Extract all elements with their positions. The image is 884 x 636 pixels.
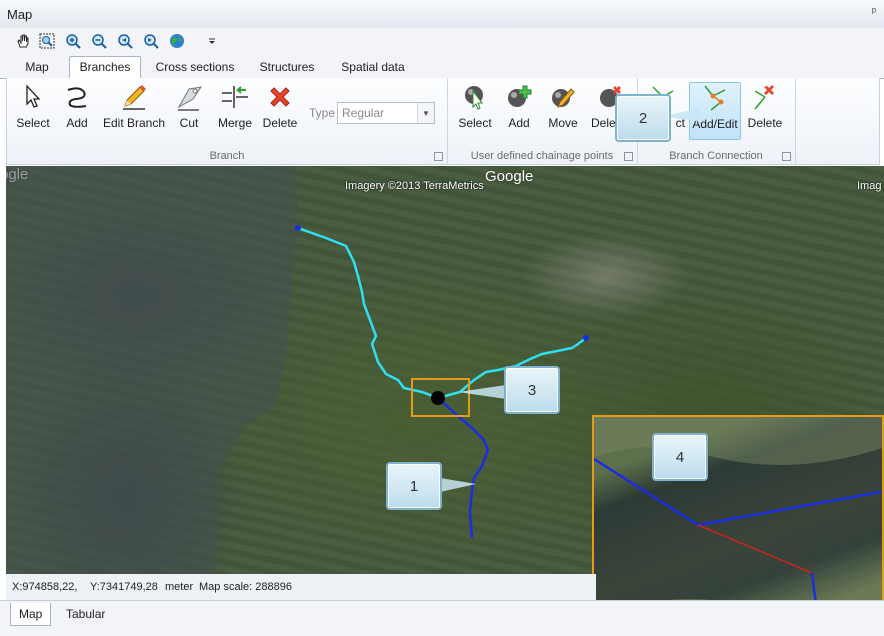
window-title: Map xyxy=(7,7,33,22)
branch-node-east[interactable] xyxy=(583,335,589,341)
chainage-group-launcher-icon[interactable] xyxy=(624,152,633,161)
callout-1-pointer xyxy=(440,478,476,492)
branch-group-label: Branch xyxy=(209,150,245,162)
quick-toolbar xyxy=(0,28,884,54)
tab-structures[interactable]: Structures xyxy=(252,57,322,77)
zoom-out-icon[interactable] xyxy=(90,32,108,50)
status-y-coordinate: Y:7341749,28 xyxy=(90,581,158,593)
status-x-coordinate: X:974858,22, xyxy=(12,581,78,593)
delete-x-icon xyxy=(265,82,295,112)
callout-2: 2 xyxy=(615,94,671,142)
chainage-delete-label: Dele xyxy=(591,116,616,130)
status-map-scale: Map scale: 288896 xyxy=(199,581,292,593)
connection-delete-label: Delete xyxy=(747,116,783,130)
tab-map[interactable]: Map xyxy=(14,57,60,77)
branch-delete-button[interactable]: Delete xyxy=(259,82,301,138)
globe-icon[interactable] xyxy=(168,32,186,50)
sea-area xyxy=(6,166,298,574)
chainage-select-label: Select xyxy=(458,116,492,130)
zoom-in-icon[interactable] xyxy=(64,32,82,50)
branch-line-north[interactable] xyxy=(297,226,439,400)
branch-group: Select Add Edit Branch Cut Merge Delete … xyxy=(7,78,448,164)
connection-group-label: Branch Connection xyxy=(669,150,763,162)
connection-delete-icon xyxy=(750,82,780,112)
chainage-add-label: Add xyxy=(508,116,530,130)
tab-cross-sections[interactable]: Cross sections xyxy=(150,57,240,77)
ribbon-tabs: Map Branches Cross sections Structures S… xyxy=(0,54,884,79)
chainage-move-button[interactable]: Move xyxy=(543,82,583,138)
branch-add-label: Add xyxy=(66,116,88,130)
branch-add-button[interactable]: Add xyxy=(57,82,97,138)
merge-icon xyxy=(220,82,250,112)
chainage-move-icon xyxy=(548,82,578,112)
inset-connection-line xyxy=(697,524,813,574)
tab-spatial-data[interactable]: Spatial data xyxy=(334,57,412,77)
zoom-next-icon[interactable] xyxy=(142,32,160,50)
connection-add-edit-icon xyxy=(700,83,730,113)
status-bar: X:974858,22, Y:7341749,28 meter Map scal… xyxy=(6,574,596,600)
pencil-icon xyxy=(119,82,149,112)
branch-line-south[interactable] xyxy=(437,397,490,539)
connection-delete-button[interactable]: Delete xyxy=(745,82,785,138)
callout-4: 4 xyxy=(652,433,708,481)
inset-branch-east xyxy=(697,490,882,527)
connection-group-launcher-icon[interactable] xyxy=(782,152,791,161)
chainage-add-button[interactable]: Add xyxy=(501,82,537,138)
cursor-arrow-icon xyxy=(18,82,48,112)
branch-node-north[interactable] xyxy=(295,225,301,231)
branch-select-label: Select xyxy=(16,116,50,130)
cut-label: Cut xyxy=(179,116,199,130)
zoom-box-icon[interactable] xyxy=(38,32,56,50)
window-titlebar: Map ᵖ xyxy=(0,0,884,29)
branch-junction-node[interactable] xyxy=(431,391,445,405)
chainage-add-icon xyxy=(504,82,534,112)
status-unit: meter xyxy=(165,581,194,593)
dropdown-arrow-icon[interactable] xyxy=(203,32,221,50)
chainage-select-icon xyxy=(460,82,490,112)
callout-3: 3 xyxy=(504,366,560,414)
add-branch-icon xyxy=(62,82,92,112)
type-select[interactable]: Regular ▼ xyxy=(337,102,435,124)
branch-select-button[interactable]: Select xyxy=(13,82,53,138)
merge-button[interactable]: Merge xyxy=(215,82,255,138)
chainage-move-label: Move xyxy=(548,116,578,130)
connection-add-edit-button[interactable]: Add/Edit xyxy=(689,82,741,140)
branch-group-launcher-icon[interactable] xyxy=(434,152,443,161)
edit-branch-label: Edit Branch xyxy=(102,116,166,130)
ribbon-panel: Select Add Edit Branch Cut Merge Delete … xyxy=(6,78,880,165)
cut-icon xyxy=(174,82,204,112)
connection-select-label: ct xyxy=(675,116,685,130)
pin-icon[interactable]: ᵖ xyxy=(872,6,876,18)
bottom-tab-map[interactable]: Map xyxy=(10,603,52,626)
chainage-group-label: User defined chainage points xyxy=(470,150,614,162)
chevron-down-icon[interactable]: ▼ xyxy=(417,103,434,123)
merge-label: Merge xyxy=(217,116,252,130)
chainage-select-button[interactable]: Select xyxy=(455,82,495,138)
cut-button[interactable]: Cut xyxy=(171,82,207,138)
zoom-previous-icon[interactable] xyxy=(116,32,134,50)
edit-branch-button[interactable]: Edit Branch xyxy=(101,82,167,138)
bottom-tab-tabular[interactable]: Tabular xyxy=(58,603,113,625)
type-label: Type xyxy=(309,106,336,120)
pan-hand-icon[interactable] xyxy=(14,32,32,50)
connection-add-edit-label: Add/Edit xyxy=(692,117,738,131)
callout-1: 1 xyxy=(386,462,442,510)
chainage-group: Select Add Move Dele User defined chaina… xyxy=(447,78,638,164)
bottom-tabs: Map Tabular xyxy=(0,600,884,636)
type-select-value: Regular xyxy=(342,106,385,120)
tab-branches[interactable]: Branches xyxy=(69,56,141,79)
branch-delete-label: Delete xyxy=(262,116,298,130)
